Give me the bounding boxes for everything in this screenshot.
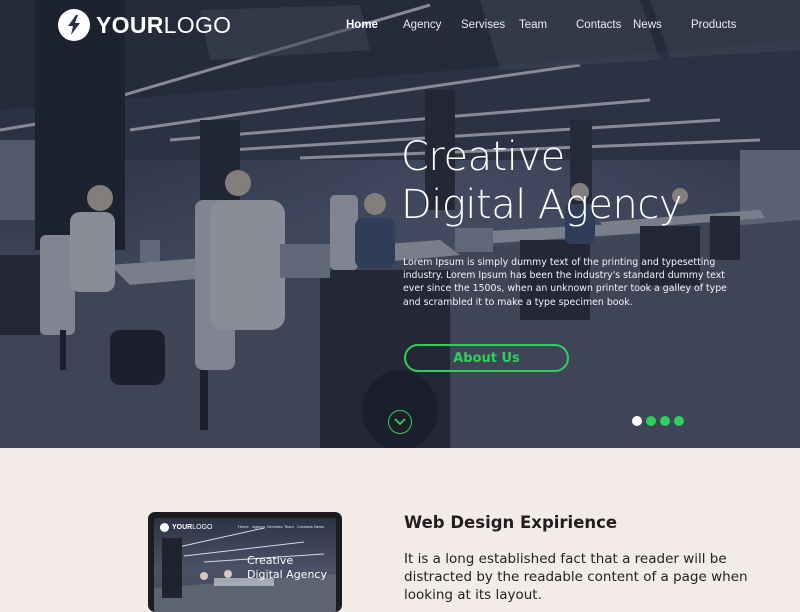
slider-dot[interactable] [660, 416, 670, 426]
hero-section: YOURLOGO Home Agency Servises Team Conta… [0, 0, 800, 448]
laptop-screen: YOURLOGO Home Agency Servises Team Conta… [154, 518, 336, 612]
preview-nav-item: Servises [267, 524, 283, 529]
laptop-preview: YOURLOGO Home Agency Servises Team Conta… [148, 512, 342, 612]
nav-item-contacts[interactable]: Contacts [576, 19, 621, 31]
about-us-button[interactable]: About Us [404, 344, 569, 372]
scroll-down-button[interactable] [388, 410, 412, 434]
preview-nav-item: News [314, 524, 325, 529]
preview-nav-item: Team [284, 524, 294, 529]
chevron-down-icon [394, 418, 406, 426]
preview-nav-item: Home [238, 524, 249, 529]
slider-dot[interactable] [632, 416, 642, 426]
nav-item-services[interactable]: Servises [461, 19, 505, 31]
preview-nav-item: Contacts [297, 524, 313, 529]
hero-description: Lorem Ipsum is simply dummy text of the … [403, 257, 727, 308]
slider-dots [632, 416, 688, 426]
preview-title-line1: Creative [247, 554, 294, 567]
nav-item-products[interactable]: Products [691, 19, 736, 31]
nav-item-team[interactable]: Team [519, 19, 547, 31]
hero-title-line2: Digital Agency [401, 182, 683, 228]
main-nav: Home Agency Servises Team Contacts News … [0, 19, 800, 35]
nav-item-agency[interactable]: Agency [403, 19, 441, 31]
feature-description: It is a long established fact that a rea… [404, 551, 748, 603]
hero-title: Creative Digital Agency [401, 133, 761, 229]
slider-dot[interactable] [674, 416, 684, 426]
preview-title: Creative Digital Agency [247, 554, 327, 582]
nav-item-news[interactable]: News [633, 19, 662, 31]
nav-item-home[interactable]: Home [346, 19, 378, 31]
preview-nav-item: Agency [252, 524, 266, 529]
feature-title: Web Design Expirience [404, 513, 618, 532]
preview-title-line2: Digital Agency [247, 568, 327, 581]
preview-nav: Home Agency Servises Team Contacts News [154, 524, 336, 530]
hero-title-line1: Creative [401, 134, 565, 180]
slider-dot[interactable] [646, 416, 656, 426]
